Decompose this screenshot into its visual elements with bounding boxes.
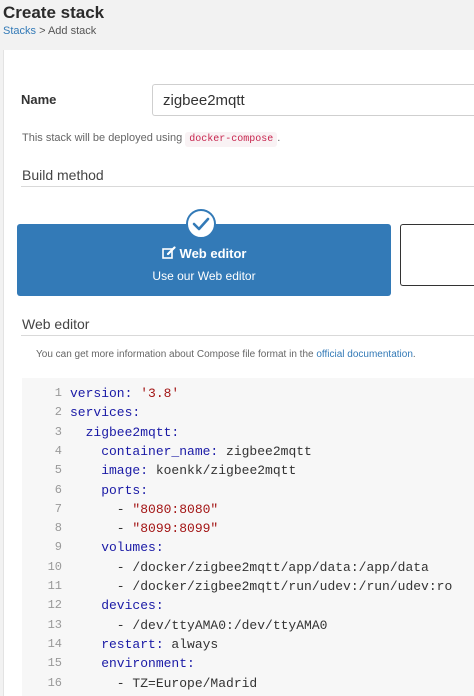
code-line: 5 image: koenkk/zigbee2mqtt: [22, 461, 474, 480]
line-number: 14: [47, 636, 62, 651]
code-line: 8 - "8099:8099": [22, 519, 474, 538]
code-token: image:: [70, 463, 156, 479]
code-token: - /dev/ttyAMA0:/dev/ttyAMA0: [70, 617, 328, 633]
line-number: 4: [54, 443, 62, 458]
deploy-note-text: This stack will be deployed using: [22, 132, 186, 144]
selected-check-badge: [186, 209, 216, 239]
line-number: 16: [47, 675, 62, 690]
web-editor-title: Web editor: [22, 316, 90, 332]
line-number: 7: [54, 501, 62, 516]
docs-note-suffix: .: [412, 349, 416, 360]
line-number: 9: [54, 540, 62, 555]
code-token: container_name:: [70, 443, 227, 459]
code-token: always: [171, 636, 219, 652]
line-text: devices:: [70, 596, 164, 615]
web-editor-card-label: Web editor: [179, 246, 247, 261]
code-line: 15 environment:: [22, 654, 474, 673]
line-text: - /dev/ttyAMA0:/dev/ttyAMA0: [70, 616, 328, 635]
line-number: 12: [47, 598, 62, 613]
check-icon: [192, 217, 210, 231]
breadcrumb-link-stacks[interactable]: Stacks: [3, 25, 36, 37]
code-token: -: [70, 501, 133, 517]
code-token: koenkk/zigbee2mqtt: [155, 463, 297, 479]
deploy-note-suffix: .: [277, 132, 281, 144]
code-token: services:: [70, 405, 141, 421]
code-token: "8099:8099": [132, 521, 219, 537]
line-text: - "8080:8080": [70, 500, 218, 519]
code-token: ports:: [70, 482, 149, 498]
compose-code-editor[interactable]: 1 version: '3.8' 2 services: 3 zigbee2mqtt: 4…: [22, 378, 474, 696]
code-token: '3.8': [140, 386, 180, 401]
line-text: restart: always: [70, 635, 218, 654]
code-line: 9 volumes:: [22, 538, 474, 557]
web-editor-card-subtitle: Use our Web editor: [152, 269, 256, 283]
line-number: 11: [47, 579, 62, 593]
line-text: services:: [70, 403, 140, 422]
official-documentation-link[interactable]: official documentation: [316, 349, 413, 360]
code-token: environment:: [70, 656, 195, 672]
line-number: 6: [54, 482, 62, 497]
line-number: 13: [47, 617, 62, 632]
code-line: 16 - TZ=Europe/Madrid: [22, 674, 474, 693]
breadcrumb: Stacks > Add stack: [3, 25, 96, 37]
line-number: 3: [54, 424, 62, 439]
code-line: 12 devices:: [22, 596, 474, 615]
line-number: 10: [47, 559, 62, 574]
stack-name-input[interactable]: [152, 84, 474, 116]
code-token: - TZ=Europe/Madrid: [70, 675, 258, 691]
line-text: ports:: [70, 481, 148, 500]
web-editor-divider: [21, 335, 474, 336]
code-token: zigbee2mqtt:: [70, 424, 180, 440]
web-editor-card-title: Web editor: [17, 246, 391, 261]
docs-note-text: You can get more information about Compo…: [36, 349, 317, 360]
code-line: 6 ports:: [22, 481, 474, 500]
line-text: environment:: [70, 654, 195, 673]
line-text: - TZ=Europe/Madrid: [70, 674, 257, 693]
code-token: volumes:: [70, 540, 164, 556]
code-line: 11 - /docker/zigbee2mqtt/run/udev:/run/u…: [22, 577, 474, 596]
build-method-option-2[interactable]: [400, 224, 474, 286]
code-token: -: [70, 521, 133, 537]
line-text: - /docker/zigbee2mqtt/run/udev:/run/udev…: [70, 577, 452, 596]
code-line: 2 services:: [22, 403, 474, 422]
edit-icon: [161, 246, 176, 259]
line-number: 8: [54, 521, 62, 536]
page-title: Create stack: [3, 3, 105, 22]
breadcrumb-current: Add stack: [47, 25, 97, 37]
code-token: zigbee2mqtt: [226, 443, 312, 459]
line-text: - "8099:8099": [70, 519, 218, 538]
deploy-tool-code: docker-compose: [185, 132, 278, 147]
line-text: - /docker/zigbee2mqtt/app/data:/app/data: [70, 558, 429, 577]
build-method-divider: [21, 186, 474, 187]
page-header: Create stack Stacks > Add stack: [0, 0, 474, 50]
code-token: - /docker/zigbee2mqtt/run/udev:/run/udev…: [70, 579, 453, 594]
code-line: 1 version: '3.8': [22, 384, 474, 403]
breadcrumb-separator: >: [36, 25, 48, 37]
code-token: "8080:8080": [132, 501, 219, 517]
line-text: version: '3.8': [70, 384, 179, 403]
code-token: version:: [70, 386, 141, 401]
line-number: 1: [54, 386, 62, 400]
code-line: 3 zigbee2mqtt:: [22, 423, 474, 442]
line-number: 15: [47, 656, 62, 671]
code-line: 13 - /dev/ttyAMA0:/dev/ttyAMA0: [22, 616, 474, 635]
code-line: 7 - "8080:8080": [22, 500, 474, 519]
deploy-note: This stack will be deployed using docker…: [22, 132, 281, 147]
code-token: devices:: [70, 598, 164, 614]
line-number: 5: [54, 463, 62, 478]
code-token: restart:: [70, 636, 172, 652]
code-line: 14 restart: always: [22, 635, 474, 654]
line-text: container_name: zigbee2mqtt: [70, 442, 312, 461]
line-number: 2: [54, 405, 62, 420]
code-line: 10 - /docker/zigbee2mqtt/app/data:/app/d…: [22, 558, 474, 577]
code-token: - /docker/zigbee2mqtt/app/data:/app/data: [70, 559, 429, 575]
line-text: image: koenkk/zigbee2mqtt: [70, 461, 296, 480]
code-line: 4 container_name: zigbee2mqtt: [22, 442, 474, 461]
line-text: volumes:: [70, 538, 164, 557]
docs-note: You can get more information about Compo…: [36, 349, 416, 360]
line-text: zigbee2mqtt:: [70, 423, 180, 442]
name-label: Name: [21, 92, 57, 107]
build-method-title: Build method: [22, 167, 104, 183]
